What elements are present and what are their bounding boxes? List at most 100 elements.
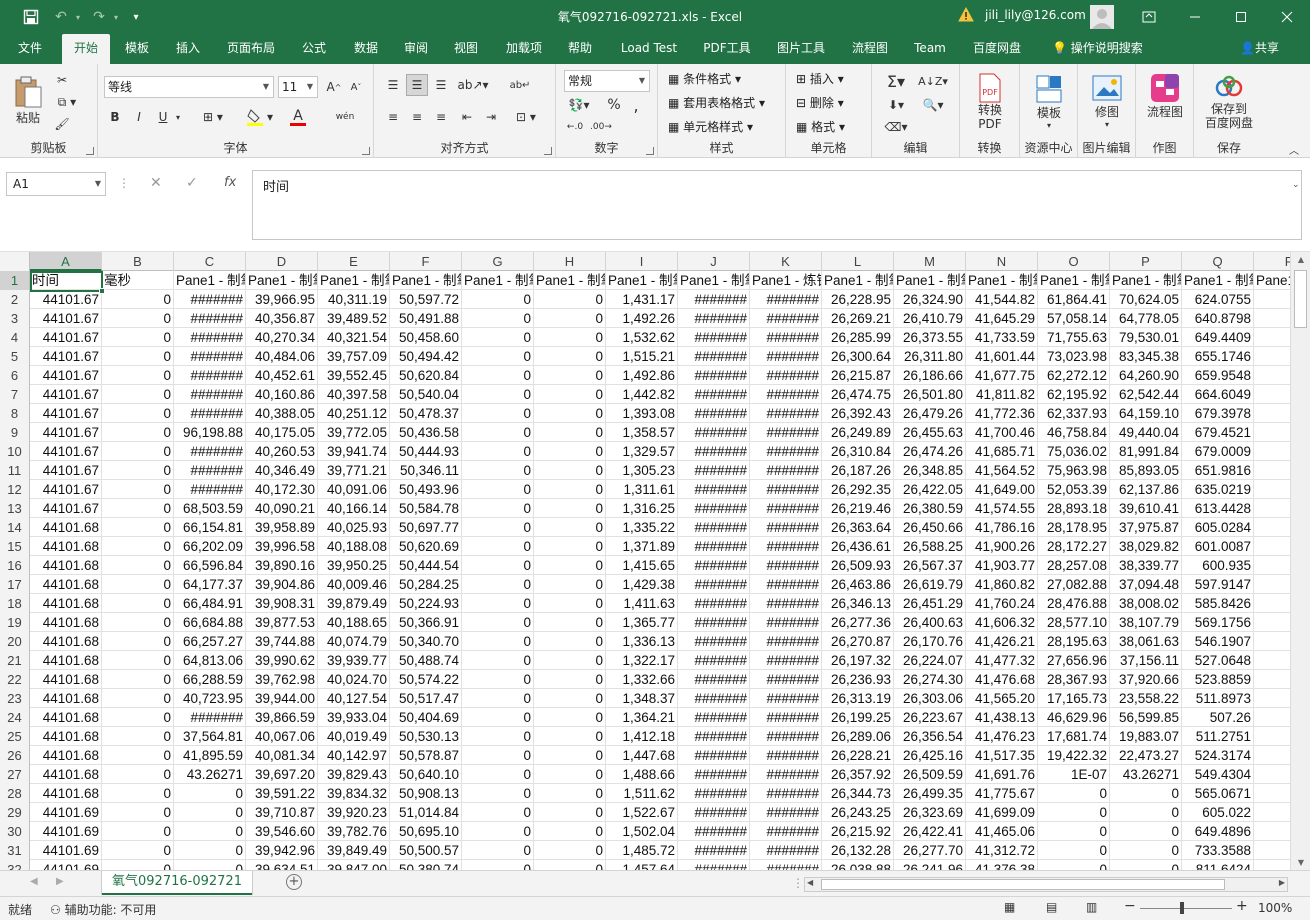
cell[interactable]: 16,6 [1254, 822, 1290, 841]
cell[interactable]: 50,597.72 [390, 290, 462, 309]
cell[interactable]: 26,499.35 [894, 784, 966, 803]
cell[interactable]: 16,6 [1254, 841, 1290, 860]
cell[interactable]: 75,963.98 [1038, 461, 1110, 480]
cell[interactable]: 41,465.06 [966, 822, 1038, 841]
cell[interactable]: 40,081.34 [246, 746, 318, 765]
cell[interactable]: 16,6 [1254, 613, 1290, 632]
cell[interactable]: 39,552.45 [318, 366, 390, 385]
cell[interactable]: 26,619.79 [894, 575, 966, 594]
cell[interactable]: 62,195.92 [1038, 385, 1110, 404]
cell[interactable]: ####### [678, 860, 750, 870]
cell[interactable]: 511.2751 [1182, 727, 1254, 746]
cell[interactable]: 1,415.65 [606, 556, 678, 575]
align-bottom-icon[interactable]: ☰ [430, 74, 452, 96]
cell[interactable]: 0 [534, 328, 606, 347]
cell[interactable]: ####### [678, 290, 750, 309]
cell[interactable]: ####### [678, 803, 750, 822]
sort-filter-icon[interactable]: A↓Z▾ [916, 70, 950, 92]
cell[interactable]: 40,484.06 [246, 347, 318, 366]
cell[interactable]: 39,904.86 [246, 575, 318, 594]
cell[interactable]: 26,228.21 [822, 746, 894, 765]
cell[interactable]: 41,565.20 [966, 689, 1038, 708]
cell[interactable]: 1,447.68 [606, 746, 678, 765]
cell[interactable]: 640.8798 [1182, 309, 1254, 328]
cell[interactable]: 66,596.84 [174, 556, 246, 575]
cell[interactable]: 26,241.96 [894, 860, 966, 870]
cell[interactable]: 0 [534, 518, 606, 537]
cell[interactable]: 1,371.89 [606, 537, 678, 556]
cell[interactable]: Pane1 - 制氧 [318, 271, 390, 290]
cell[interactable]: 26,567.37 [894, 556, 966, 575]
cell[interactable]: 0 [102, 708, 174, 727]
cell[interactable]: 39,966.95 [246, 290, 318, 309]
column-header-g[interactable]: G [462, 252, 534, 271]
row-header[interactable]: 20 [0, 632, 30, 651]
column-header-i[interactable]: I [606, 252, 678, 271]
cell[interactable]: 22,473.27 [1110, 746, 1182, 765]
cell[interactable]: 49,440.04 [1110, 423, 1182, 442]
font-launcher-icon[interactable] [362, 147, 370, 155]
cell[interactable]: 50,517.47 [390, 689, 462, 708]
cell[interactable]: 61,864.41 [1038, 290, 1110, 309]
cell[interactable]: 40,311.19 [318, 290, 390, 309]
tab-data[interactable]: 数据 [344, 34, 388, 64]
cell[interactable]: 0 [462, 404, 534, 423]
accounting-format-icon[interactable]: 💱▾ [564, 94, 594, 116]
cell[interactable]: 39,829.43 [318, 765, 390, 784]
merge-center-icon[interactable]: ⊡ ▾ [508, 106, 544, 128]
cell[interactable]: 679.3978 [1182, 404, 1254, 423]
cell[interactable]: ####### [678, 784, 750, 803]
cell[interactable]: 39,958.89 [246, 518, 318, 537]
italic-button[interactable]: I [130, 106, 148, 128]
cell[interactable]: 0 [102, 366, 174, 385]
tab-flowchart[interactable]: 流程图 [844, 34, 896, 64]
zoom-out-icon[interactable]: − [1124, 898, 1136, 914]
cell[interactable]: 0 [462, 651, 534, 670]
cell[interactable]: 39,762.98 [246, 670, 318, 689]
cell[interactable]: 26,501.80 [894, 385, 966, 404]
cell[interactable]: 50,584.78 [390, 499, 462, 518]
cell[interactable]: 0 [534, 537, 606, 556]
cell[interactable]: 50,404.69 [390, 708, 462, 727]
cell[interactable]: 66,154.81 [174, 518, 246, 537]
cell[interactable]: 50,224.93 [390, 594, 462, 613]
cell[interactable]: Pane1 - 制氧 [966, 271, 1038, 290]
cell[interactable]: 26,380.59 [894, 499, 966, 518]
zoom-in-icon[interactable]: + [1236, 898, 1248, 914]
cell[interactable]: 1,511.62 [606, 784, 678, 803]
cell[interactable]: ####### [174, 309, 246, 328]
cell[interactable]: 26,450.66 [894, 518, 966, 537]
cell[interactable]: 44101.68 [30, 537, 102, 556]
cell[interactable]: 44101.69 [30, 822, 102, 841]
cell[interactable]: 44101.67 [30, 480, 102, 499]
cell[interactable]: ####### [750, 328, 822, 347]
cell[interactable]: 41,677.75 [966, 366, 1038, 385]
cell[interactable]: 811.6424 [1182, 860, 1254, 870]
cell[interactable]: ####### [678, 556, 750, 575]
cell[interactable]: 0 [102, 347, 174, 366]
cell[interactable]: 28,178.95 [1038, 518, 1110, 537]
cell[interactable]: 40,356.87 [246, 309, 318, 328]
cell[interactable]: 1,335.22 [606, 518, 678, 537]
cell[interactable]: 39,834.32 [318, 784, 390, 803]
cell[interactable]: 1,442.82 [606, 385, 678, 404]
cell[interactable]: ####### [678, 423, 750, 442]
cell[interactable]: 39,772.05 [318, 423, 390, 442]
cell[interactable]: ####### [174, 366, 246, 385]
cell[interactable]: 52,053.39 [1038, 480, 1110, 499]
cell[interactable]: 1,457.64 [606, 860, 678, 870]
cell[interactable]: 26,474.26 [894, 442, 966, 461]
cell[interactable]: 26,509.93 [822, 556, 894, 575]
cell[interactable]: 16,6 [1254, 651, 1290, 670]
cell[interactable]: 0 [102, 670, 174, 689]
row-header[interactable]: 30 [0, 822, 30, 841]
cell[interactable]: ####### [750, 575, 822, 594]
cell[interactable]: 1,532.62 [606, 328, 678, 347]
cell[interactable]: ####### [750, 613, 822, 632]
cell[interactable]: 635.0219 [1182, 480, 1254, 499]
cell[interactable]: 50,493.96 [390, 480, 462, 499]
row-header[interactable]: 22 [0, 670, 30, 689]
cell[interactable]: 0 [462, 556, 534, 575]
cell[interactable]: 26,324.90 [894, 290, 966, 309]
cell[interactable]: 40,025.93 [318, 518, 390, 537]
